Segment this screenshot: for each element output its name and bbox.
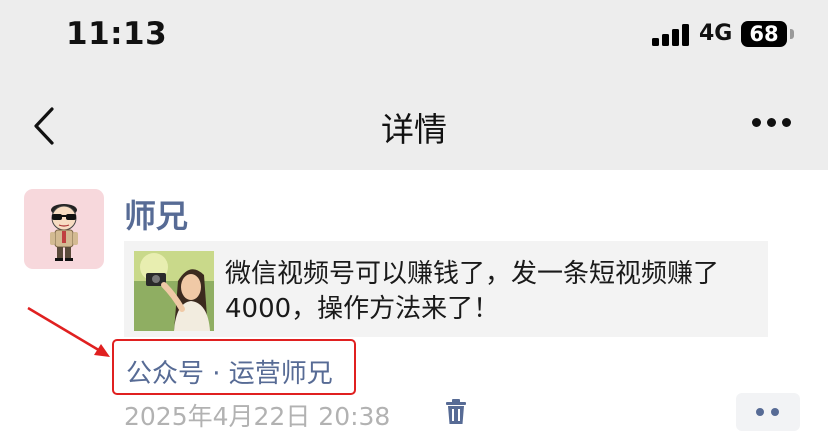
post-timestamp: 2025年4月22日 20:38 [124,402,391,431]
cartoon-avatar-icon [50,204,78,261]
network-type: 4G [699,21,733,46]
article-title: 微信视频号可以赚钱了，发一条短视频赚了4000，操作方法来了！ [225,259,720,324]
source-highlight-box: 公众号 · 运营师兄 [112,339,356,395]
status-time: 11:13 [66,16,168,52]
shared-article-card[interactable]: 微信视频号可以赚钱了，发一条短视频赚了4000，操作方法来了！ [124,241,768,337]
comment-like-button[interactable] [736,393,800,431]
more-button[interactable] [752,118,792,132]
delete-button[interactable] [444,399,468,425]
battery-icon: 68 [741,21,787,47]
trash-icon [446,399,466,424]
battery-level: 68 [749,22,779,46]
article-thumbnail [134,251,214,331]
top-bar: 11:13 4G 68 详情 [0,0,828,170]
avatar[interactable] [24,189,104,269]
battery-cap [790,29,794,39]
page-title: 详情 [381,110,447,149]
signal-icon [652,24,690,46]
source-link[interactable]: 公众号 · 运营师兄 [126,353,333,390]
annotation-arrow-icon [27,306,110,357]
author-name[interactable]: 师兄 [124,191,188,237]
